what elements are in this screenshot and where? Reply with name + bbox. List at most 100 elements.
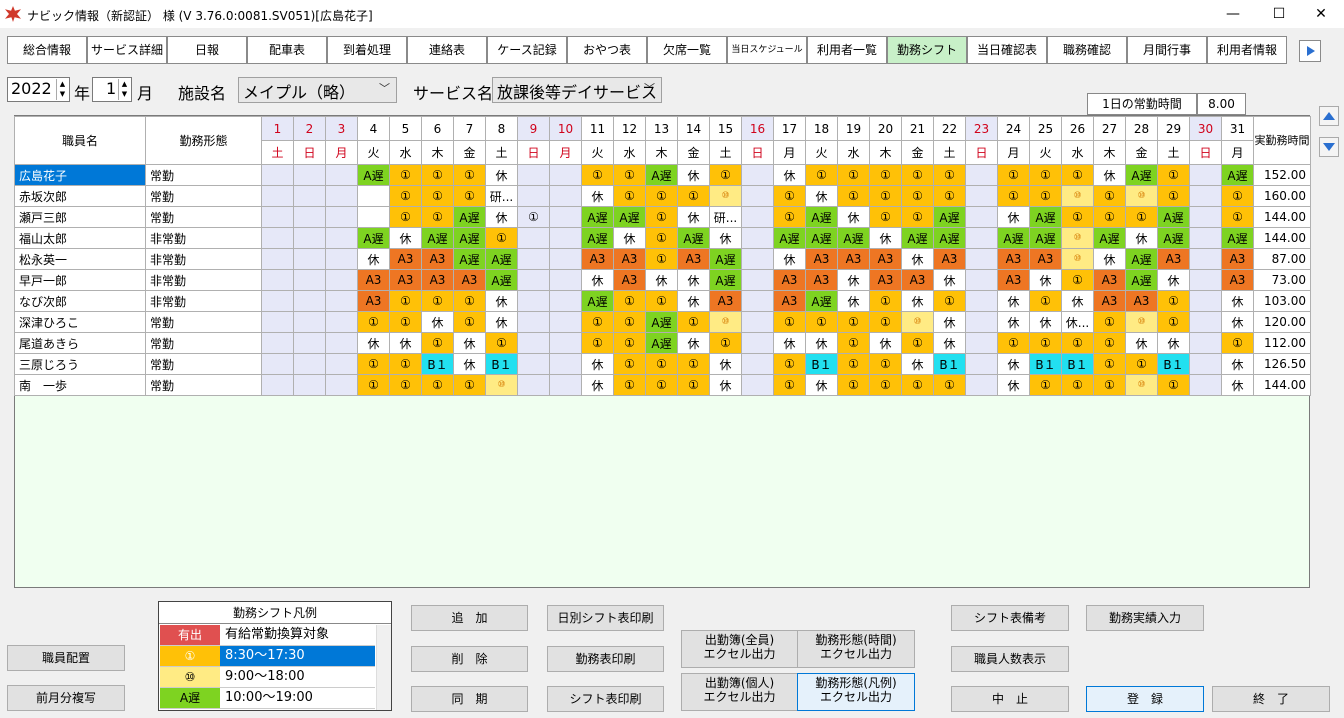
shift-cell[interactable]: 研...	[709, 206, 742, 228]
shift-cell[interactable]: A遅	[645, 332, 678, 354]
shift-cell[interactable]: A遅	[837, 227, 870, 249]
shift-cell[interactable]: 休	[677, 206, 710, 228]
shift-cell[interactable]: ①	[1157, 290, 1190, 312]
shift-cell[interactable]: ①	[581, 164, 614, 186]
shift-cell[interactable]: ⑩	[1061, 227, 1094, 249]
shift-cell[interactable]: ①	[453, 290, 486, 312]
shift-cell[interactable]: ①	[645, 353, 678, 375]
tab-item[interactable]: 月間行事	[1127, 36, 1207, 64]
shift-cell[interactable]: A3	[357, 290, 390, 312]
shift-cell[interactable]: ①	[1093, 374, 1126, 396]
shift-cell[interactable]: ①	[453, 311, 486, 333]
spin-down-icon[interactable]: ▼	[119, 89, 130, 99]
shift-cell[interactable]: ①	[645, 374, 678, 396]
shift-cell[interactable]: 休	[1157, 332, 1190, 354]
shift-cell[interactable]: 休	[869, 332, 902, 354]
staff-count-button[interactable]: 職員人数表示	[951, 646, 1069, 672]
table-row[interactable]: 福山太郎 非常勤 A遅休 A遅 A遅 ① A遅休 ① A遅休 A遅 A遅 A遅休 A遅 A遅 A遅 A遅 ⑩ A遅…	[14, 227, 1311, 249]
maximize-button[interactable]: ☐	[1256, 0, 1302, 28]
shift-cell[interactable]: ①	[1061, 269, 1094, 291]
shift-cell[interactable]: A3	[1221, 269, 1254, 291]
attendance-individual-excel-button[interactable]: 出勤簿(個人) エクセル出力	[681, 673, 798, 711]
shift-cell[interactable]: ①	[709, 164, 742, 186]
shift-cell[interactable]: 休	[1061, 290, 1094, 312]
shift-cell[interactable]: ⑩	[1061, 185, 1094, 207]
shift-cell[interactable]: ①	[837, 311, 870, 333]
shift-cell[interactable]: ①	[901, 185, 934, 207]
shift-cell[interactable]: ⑩	[1125, 311, 1158, 333]
shift-cell[interactable]: ①	[773, 311, 806, 333]
shift-cell[interactable]: ①	[1221, 332, 1254, 354]
shift-cell[interactable]: ①	[837, 332, 870, 354]
shift-cell[interactable]: ①	[421, 332, 454, 354]
shift-cell[interactable]: ①	[837, 185, 870, 207]
shift-cell[interactable]: A遅	[421, 227, 454, 249]
shift-cell[interactable]	[517, 269, 550, 291]
shift-cell[interactable]	[1189, 185, 1222, 207]
table-row[interactable]: 広島花子 常勤 A遅 ① ① ① 休 ① ① A遅休 ① 休 ① ① ① ① ① ① ① ① 休 A遅 ① A遅 152.00	[14, 164, 1311, 186]
shift-cell[interactable]: 休	[485, 206, 518, 228]
shift-cell[interactable]: ⑩	[709, 311, 742, 333]
shift-cell[interactable]: A遅	[485, 269, 518, 291]
shift-cell[interactable]: ①	[677, 185, 710, 207]
shift-cell[interactable]	[965, 290, 998, 312]
shift-cell[interactable]: 休	[1221, 290, 1254, 312]
shift-cell[interactable]	[741, 353, 774, 375]
shift-cell[interactable]: ①	[389, 311, 422, 333]
shift-cell[interactable]	[517, 374, 550, 396]
shift-cell[interactable]: 休	[581, 185, 614, 207]
staff-name-cell[interactable]: 尾道あきら	[14, 332, 146, 354]
shift-cell[interactable]: A遅	[901, 227, 934, 249]
shift-cell[interactable]: 休	[1125, 332, 1158, 354]
shift-cell[interactable]: ①	[389, 374, 422, 396]
shift-cell[interactable]: ①	[1157, 311, 1190, 333]
shift-cell[interactable]	[1189, 353, 1222, 375]
shift-cell[interactable]: 休	[1221, 353, 1254, 375]
add-button[interactable]: 追 加	[411, 605, 528, 631]
shift-cell[interactable]	[741, 374, 774, 396]
shift-cell[interactable]: A3	[453, 269, 486, 291]
shift-cell[interactable]: ①	[357, 353, 390, 375]
shift-cell[interactable]: 研...	[485, 185, 518, 207]
shift-cell[interactable]	[741, 185, 774, 207]
shift-cell[interactable]: 休	[421, 311, 454, 333]
shift-cell[interactable]: ①	[869, 311, 902, 333]
shift-cell[interactable]	[549, 269, 582, 291]
shift-cell[interactable]: ①	[581, 332, 614, 354]
shift-cell[interactable]: ①	[837, 374, 870, 396]
shift-cell[interactable]	[357, 206, 390, 228]
duty-actual-input-button[interactable]: 勤務実績入力	[1086, 605, 1204, 631]
shift-cell[interactable]: ①	[645, 290, 678, 312]
shift-cell[interactable]: ①	[773, 206, 806, 228]
shift-cell[interactable]: ①	[389, 206, 422, 228]
shift-cell[interactable]: A遅	[805, 206, 838, 228]
shift-cell[interactable]	[325, 290, 358, 312]
shift-cell[interactable]	[549, 248, 582, 270]
shift-cell[interactable]: ①	[613, 332, 646, 354]
shift-cell[interactable]: A3	[357, 269, 390, 291]
shift-cell[interactable]: A3	[773, 269, 806, 291]
tab-item[interactable]: 利用者一覧	[807, 36, 887, 64]
tab-item[interactable]: 総合情報	[7, 36, 87, 64]
staff-name-cell[interactable]: 広島花子	[14, 164, 146, 186]
shift-cell[interactable]: 休	[901, 290, 934, 312]
shift-cell[interactable]: A遅	[1125, 269, 1158, 291]
shift-cell[interactable]: ①	[485, 227, 518, 249]
shift-cell[interactable]: ①	[389, 290, 422, 312]
shift-cell[interactable]: A遅	[1157, 227, 1190, 249]
shift-cell[interactable]	[293, 332, 326, 354]
shift-cell[interactable]	[293, 353, 326, 375]
tab-item[interactable]: 欠席一覧	[647, 36, 727, 64]
shift-cell[interactable]: ①	[805, 311, 838, 333]
shift-cell[interactable]	[293, 185, 326, 207]
shift-cell[interactable]: ①	[933, 185, 966, 207]
shift-cell[interactable]: A遅	[1029, 227, 1062, 249]
shift-cell[interactable]: 休	[997, 311, 1030, 333]
spin-up-icon[interactable]: ▲	[57, 79, 68, 89]
shift-cell[interactable]	[549, 206, 582, 228]
shift-cell[interactable]: ①	[837, 353, 870, 375]
shift-cell[interactable]: A遅	[1029, 206, 1062, 228]
shift-cell[interactable]	[741, 290, 774, 312]
shift-cell[interactable]	[293, 290, 326, 312]
shift-cell[interactable]: A遅	[1221, 164, 1254, 186]
